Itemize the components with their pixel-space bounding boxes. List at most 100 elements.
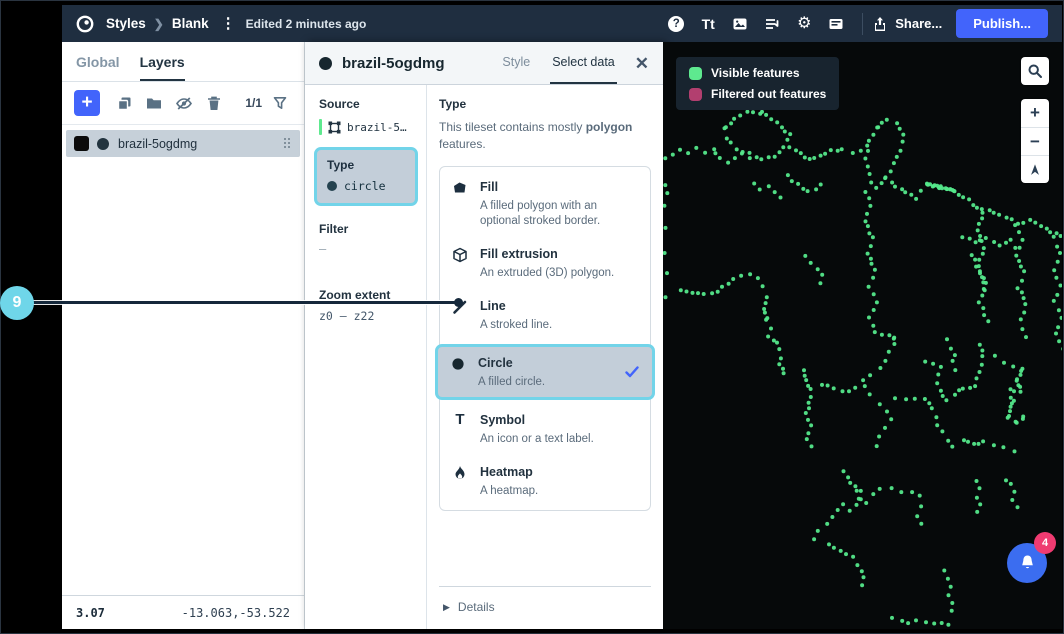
share-icon [873,16,887,32]
annotation-pointer-dot [454,298,463,307]
filter-value: — [319,242,426,256]
style-menu-kebab-icon[interactable]: ⋮ [221,19,236,29]
layers-sidebar: Global Layers + [62,42,305,629]
group-folder-icon[interactable] [142,92,166,114]
expand-triangle-icon: ▶ [443,602,450,613]
share-label: Share... [895,16,942,31]
type-option-fill[interactable]: FillA filled polygon with an optional st… [440,170,650,237]
tab-layers[interactable]: Layers [140,54,185,81]
symbol-icon: T [452,413,468,427]
heatmap-icon [452,465,468,481]
mapbox-logo-icon[interactable] [76,15,94,33]
type-option-symbol[interactable]: T SymbolAn icon or a text label. [440,403,650,455]
images-icon[interactable] [725,12,755,36]
delete-trash-icon[interactable] [202,92,226,114]
layers-toolbar: + 1/1 [62,82,304,125]
type-option-circle[interactable]: Circle A filled circle. [435,344,655,401]
hide-eye-off-icon[interactable] [172,92,196,114]
map-zoom-controls: + − [1021,99,1049,183]
filtered-features-swatch [689,88,702,101]
panel-left-column: Source brazil-5… Type circle [305,85,427,629]
coordinates-value: -13.063,-53.522 [182,606,290,620]
type-section-heading: Type [439,97,651,111]
close-icon[interactable]: ✕ [635,55,649,72]
duplicate-icon[interactable] [112,92,136,114]
layer-counter: 1/1 [245,96,262,110]
settings-gear-icon[interactable]: ⚙ [789,12,819,36]
type-option-desc: An extruded (3D) polygon. [480,266,614,281]
zoom-in-button[interactable]: + [1021,99,1049,127]
tab-select-data[interactable]: Select data [550,42,617,84]
type-option-label: Line [480,299,506,313]
select-data-pane: Type This tileset contains mostly polygo… [427,85,663,629]
history-icon[interactable] [757,12,787,36]
legend-label: Visible features [711,66,800,80]
share-button[interactable]: Share... [873,16,942,32]
type-option-desc: A stroked line. [480,318,552,333]
map-legend: Visible features Filtered out features [676,57,839,110]
search-icon [1027,63,1043,79]
map-search-button[interactable] [1021,57,1049,85]
breadcrumb-style-name[interactable]: Blank [172,16,209,31]
north-arrow-icon [1028,163,1042,177]
sidebar-tabs: Global Layers [62,42,304,82]
type-card-selected[interactable]: Type circle [314,147,418,206]
edited-timestamp: Edited 2 minutes ago [246,17,367,31]
filter-layers-icon[interactable] [268,92,292,114]
tab-global[interactable]: Global [76,54,120,81]
mapbox-studio-window: Styles ❯ Blank ⋮ Edited 2 minutes ago ? … [62,5,1062,629]
fonts-icon[interactable]: Tt [693,12,723,36]
type-option-label: Circle [478,356,513,370]
notification-count-badge[interactable]: 4 [1034,532,1056,554]
legend-visible-features: Visible features [689,66,826,80]
bell-icon [1019,554,1036,572]
type-value: circle [344,179,386,193]
source-name: brazil-5… [347,121,407,134]
type-option-desc: A heatmap. [480,484,538,499]
details-expander[interactable]: ▶ Details [439,586,651,629]
tileset-description: This tileset contains mostly polygon fea… [439,119,651,154]
layer-editor-panel: brazil-5ogdmg Style Select data ✕ Source… [305,42,663,629]
type-option-heatmap[interactable]: Heatmap A heatmap. [440,455,650,507]
toolbar-divider [862,13,863,35]
layer-row-brazil[interactable]: brazil-5ogdmg [66,130,300,157]
layer-type-circle-icon [97,138,109,150]
type-option-label: Fill [480,180,498,194]
breadcrumb-styles[interactable]: Styles [106,16,146,31]
source-label: Source [319,97,426,111]
add-layer-button[interactable]: + [74,90,100,116]
type-options-list: FillA filled polygon with an optional st… [439,166,651,512]
annotation-pointer-line [32,301,459,304]
type-option-desc: A filled circle. [478,375,545,390]
type-label: Type [327,158,405,172]
debug-icon[interactable] [821,12,851,36]
map-canvas[interactable]: Visible features Filtered out features +… [663,42,1062,629]
annotation-number-badge: 9 [0,286,34,320]
layer-name: brazil-5ogdmg [118,137,284,151]
legend-filtered-features: Filtered out features [689,87,826,101]
circle-type-icon [327,181,337,191]
panel-title: brazil-5ogdmg [342,55,445,72]
zoom-extent-label[interactable]: Zoom extent [319,288,426,302]
filter-label[interactable]: Filter [319,222,426,236]
type-option-fill-extrusion[interactable]: Fill extrusionAn extruded (3D) polygon. [440,237,650,289]
screenshot-canvas: Styles ❯ Blank ⋮ Edited 2 minutes ago ? … [0,0,1064,634]
layer-color-swatch[interactable] [74,136,89,151]
checkmark-icon [624,365,640,379]
help-icon[interactable]: ? [661,12,691,36]
type-option-line[interactable]: Line A stroked line. [440,289,650,341]
type-option-label: Heatmap [480,465,533,479]
publish-button[interactable]: Publish... [956,9,1048,38]
breadcrumb-chevron-icon: ❯ [154,17,164,31]
zoom-extent-value: z0 – z22 [319,309,426,323]
source-row[interactable]: brazil-5… [319,119,426,135]
map-feature-dots [663,42,1062,629]
tab-style[interactable]: Style [500,42,532,84]
drag-handle-icon[interactable] [284,138,292,150]
map-statusbar: 3.07 -13.063,-53.522 [62,595,304,629]
details-label: Details [458,600,495,614]
visible-features-swatch [689,67,702,80]
zoom-out-button[interactable]: − [1021,127,1049,155]
compass-bearing-button[interactable] [1021,155,1049,183]
panel-header: brazil-5ogdmg Style Select data ✕ [305,42,663,85]
